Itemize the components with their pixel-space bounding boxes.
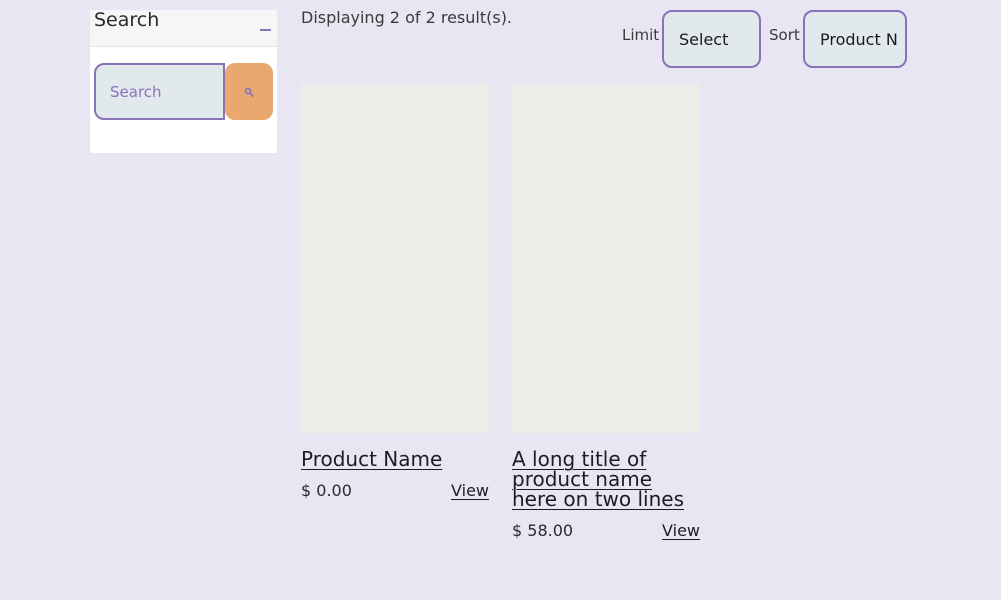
limit-select[interactable]: Select xyxy=(662,10,761,68)
limit-label: Limit xyxy=(622,26,660,44)
search-panel-header: Search xyxy=(90,9,277,47)
search-panel-title: Search xyxy=(94,9,160,31)
price-row: $ 58.00 View xyxy=(512,521,700,541)
minus-icon[interactable] xyxy=(259,24,271,36)
limit-select-value: Select xyxy=(679,29,729,49)
sort-select[interactable]: Product N xyxy=(803,10,907,68)
product-image[interactable] xyxy=(512,84,700,433)
product-image[interactable] xyxy=(301,84,489,433)
product-price: $ 58.00 xyxy=(512,521,574,540)
product-title-link[interactable]: Product Name xyxy=(301,449,489,469)
view-product-link[interactable]: View xyxy=(451,481,489,501)
search-button[interactable] xyxy=(225,63,273,120)
sort-label: Sort xyxy=(769,26,800,44)
search-panel: Search xyxy=(90,9,277,153)
product-price: $ 0.00 xyxy=(301,481,352,500)
product-card: Product Name $ 0.00 View xyxy=(301,84,489,501)
search-icon xyxy=(244,87,254,97)
view-product-link[interactable]: View xyxy=(662,521,700,541)
search-input[interactable] xyxy=(94,63,225,120)
result-count: Displaying 2 of 2 result(s). xyxy=(301,8,513,27)
sort-select-value: Product N xyxy=(820,29,898,49)
product-card: A long title of product name here on two… xyxy=(512,84,700,541)
price-row: $ 0.00 View xyxy=(301,481,489,501)
product-title-link[interactable]: A long title of product name here on two… xyxy=(512,449,700,509)
